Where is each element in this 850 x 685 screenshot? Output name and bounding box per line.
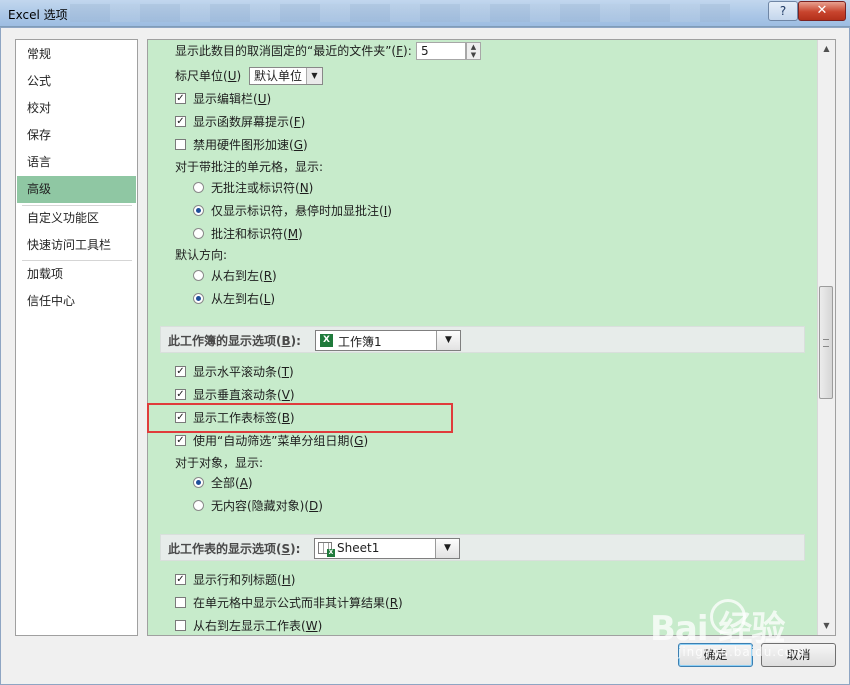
checkbox-checked-icon: ✓ [175, 116, 186, 127]
sidebar-item-language[interactable]: 语言 [17, 149, 136, 176]
sidebar-item-save[interactable]: 保存 [17, 122, 136, 149]
sidebar-item-trust-center[interactable]: 信任中心 [17, 288, 136, 315]
checkbox-checked-icon: ✓ [175, 389, 186, 400]
radio-icon [193, 228, 204, 239]
ruler-units-dropdown[interactable]: 默认单位 ▼ [249, 67, 323, 85]
checkbox-unchecked-icon [175, 597, 186, 608]
comments-heading: 对于带批注的单元格，显示: [175, 160, 324, 174]
scrollbar-thumb[interactable] [819, 286, 833, 399]
sidebar-nav: 常规 公式 校对 保存 语言 高级 自定义功能区 快速访问工具栏 加载项 信任中… [15, 39, 138, 636]
comments-option-indicator-only[interactable]: 仅显示标识符，悬停时加显批注(I) [193, 201, 392, 221]
worksheet-display-section: 此工作表的显示选项(S): Sheet1 ▼ [160, 534, 805, 561]
ok-button[interactable]: 确定 [678, 643, 753, 667]
workbook-dropdown-value: 工作簿1 [338, 335, 382, 349]
radio-icon [193, 500, 204, 511]
group-dates-autofilter-checkbox[interactable]: ✓ 使用“自动筛选”菜单分组日期(G) [175, 431, 368, 451]
close-button[interactable]: ✕ [798, 1, 846, 21]
help-button[interactable]: ? [768, 1, 798, 21]
scroll-down-arrow-icon[interactable]: ▼ [820, 619, 833, 633]
grip-icon [823, 339, 829, 347]
rtl-sheet-checkbox[interactable]: 从右到左显示工作表(W) [175, 616, 322, 635]
radio-selected-icon [193, 477, 204, 488]
ruler-units-row: 标尺单位(U) 默认单位 ▼ [175, 66, 375, 86]
radio-icon [193, 270, 204, 281]
ruler-units-value: 默认单位 [254, 69, 303, 83]
recent-folders-spinner[interactable]: ▲ ▼ [466, 42, 481, 60]
direction-heading: 默认方向: [175, 248, 228, 262]
direction-option-rtl[interactable]: 从右到左(R) [193, 266, 277, 286]
checkbox-unchecked-icon [175, 139, 186, 150]
background-ribbon-ghost [70, 4, 730, 22]
worksheet-icon [318, 542, 335, 557]
checkbox-checked-icon: ✓ [175, 574, 186, 585]
checkbox-checked-icon: ✓ [175, 435, 186, 446]
chevron-down-icon: ▼ [306, 68, 322, 84]
objects-option-nothing[interactable]: 无内容(隐藏对象)(D) [193, 496, 323, 516]
sidebar-item-formulas[interactable]: 公式 [17, 68, 136, 95]
advanced-options-panel: 显示此数目的取消固定的“最近的文件夹”(F): 5 ▲ ▼ 标尺单位(U) 默认单… [147, 39, 836, 636]
sidebar-item-customize-ribbon[interactable]: 自定义功能区 [17, 205, 136, 232]
radio-icon [193, 182, 204, 193]
worksheet-section-label: 此工作表的显示选项(S): [168, 542, 301, 556]
worksheet-dropdown-value: Sheet1 [337, 541, 380, 555]
title-bar: Excel 选项 ? ✕ [0, 0, 850, 27]
radio-selected-icon [193, 293, 204, 304]
show-sheet-tabs-checkbox[interactable]: ✓ 显示工作表标签(B) [175, 408, 295, 428]
workbook-dropdown[interactable]: X 工作簿1 ▼ [315, 330, 461, 351]
comments-option-none[interactable]: 无批注或标识符(N) [193, 178, 313, 198]
comments-option-both[interactable]: 批注和标识符(M) [193, 224, 303, 244]
show-formula-bar-checkbox[interactable]: ✓ 显示编辑栏(U) [175, 89, 271, 109]
show-formulas-checkbox[interactable]: 在单元格中显示公式而非其计算结果(R) [175, 593, 403, 613]
show-function-tips-checkbox[interactable]: ✓ 显示函数屏幕提示(F) [175, 112, 305, 132]
vertical-scrollbar[interactable]: ▲ ▼ [817, 40, 835, 635]
sidebar-item-general[interactable]: 常规 [17, 41, 136, 68]
recent-folders-input[interactable]: 5 [416, 42, 466, 60]
sidebar-item-add-ins[interactable]: 加载项 [17, 261, 136, 288]
checkbox-checked-icon: ✓ [175, 93, 186, 104]
scroll-up-arrow-icon[interactable]: ▲ [820, 42, 833, 56]
sidebar-item-quick-access-toolbar[interactable]: 快速访问工具栏 [17, 232, 136, 259]
radio-selected-icon [193, 205, 204, 216]
recent-folders-row: 显示此数目的取消固定的“最近的文件夹”(F): 5 ▲ ▼ [175, 41, 515, 61]
objects-heading: 对于对象，显示: [175, 456, 264, 470]
show-horizontal-scrollbar-checkbox[interactable]: ✓ 显示水平滚动条(T) [175, 362, 294, 382]
chevron-down-icon: ▼ [436, 331, 460, 350]
objects-option-all[interactable]: 全部(A) [193, 473, 253, 493]
window-title: Excel 选项 [8, 8, 68, 22]
show-row-column-headers-checkbox[interactable]: ✓ 显示行和列标题(H) [175, 570, 295, 590]
chevron-down-icon: ▼ [435, 539, 459, 558]
checkbox-checked-icon: ✓ [175, 412, 186, 423]
disable-hardware-acceleration-checkbox[interactable]: 禁用硬件图形加速(G) [175, 135, 308, 155]
workbook-display-section: 此工作簿的显示选项(B): X 工作簿1 ▼ [160, 326, 805, 353]
recent-folders-label: 显示此数目的取消固定的“最近的文件夹”(F): [175, 44, 412, 58]
cancel-button[interactable]: 取消 [761, 643, 836, 667]
checkbox-unchecked-icon [175, 620, 186, 631]
sidebar-item-advanced[interactable]: 高级 [17, 176, 136, 203]
show-vertical-scrollbar-checkbox[interactable]: ✓ 显示垂直滚动条(V) [175, 385, 295, 405]
worksheet-dropdown[interactable]: Sheet1 ▼ [314, 538, 460, 559]
ruler-units-label: 标尺单位(U) [175, 69, 242, 83]
excel-workbook-icon: X [320, 334, 333, 347]
sidebar-item-proofing[interactable]: 校对 [17, 95, 136, 122]
workbook-section-label: 此工作簿的显示选项(B): [168, 334, 301, 348]
direction-option-ltr[interactable]: 从左到右(L) [193, 289, 275, 309]
checkbox-checked-icon: ✓ [175, 366, 186, 377]
